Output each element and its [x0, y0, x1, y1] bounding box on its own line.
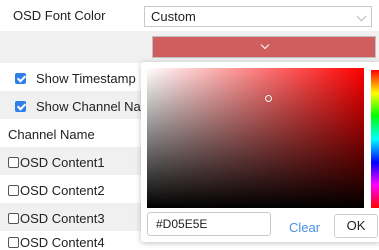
- show-channel-name-checkbox[interactable]: [15, 101, 26, 112]
- osd-content3-label: OSD Content3: [20, 211, 105, 226]
- osd-content1-checkbox[interactable]: [8, 157, 19, 168]
- color-trigger-row: [0, 31, 379, 63]
- color-picker-cursor[interactable]: [265, 95, 272, 102]
- show-timestamp-label: Show Timestamp: [36, 71, 136, 86]
- osd-content2-checkbox[interactable]: [8, 185, 19, 196]
- osd-font-color-label: OSD Font Color: [13, 8, 106, 23]
- osd-content2-label: OSD Content2: [20, 183, 105, 198]
- osd-font-color-value: Custom: [151, 9, 196, 24]
- chevron-down-icon: [356, 11, 367, 22]
- show-timestamp-checkbox[interactable]: [15, 73, 26, 84]
- clear-button[interactable]: Clear: [289, 220, 320, 235]
- saturation-value-area[interactable]: [147, 68, 364, 208]
- osd-content4-label: OSD Content4: [20, 235, 105, 250]
- chevron-down-icon: [260, 40, 270, 50]
- ok-button[interactable]: OK: [334, 214, 378, 238]
- osd-content3-checkbox[interactable]: [8, 213, 19, 224]
- osd-content1-label: OSD Content1: [20, 155, 105, 170]
- hex-color-input[interactable]: [147, 212, 271, 236]
- color-swatch-trigger[interactable]: [152, 36, 376, 58]
- color-picker-panel: Clear OK: [141, 62, 379, 242]
- osd-font-color-row: OSD Font Color Custom: [0, 0, 379, 28]
- channel-name-label: Channel Name: [8, 127, 95, 142]
- osd-content4-checkbox[interactable]: [8, 237, 19, 248]
- hue-slider[interactable]: [371, 70, 379, 208]
- osd-font-color-select[interactable]: Custom: [144, 6, 372, 27]
